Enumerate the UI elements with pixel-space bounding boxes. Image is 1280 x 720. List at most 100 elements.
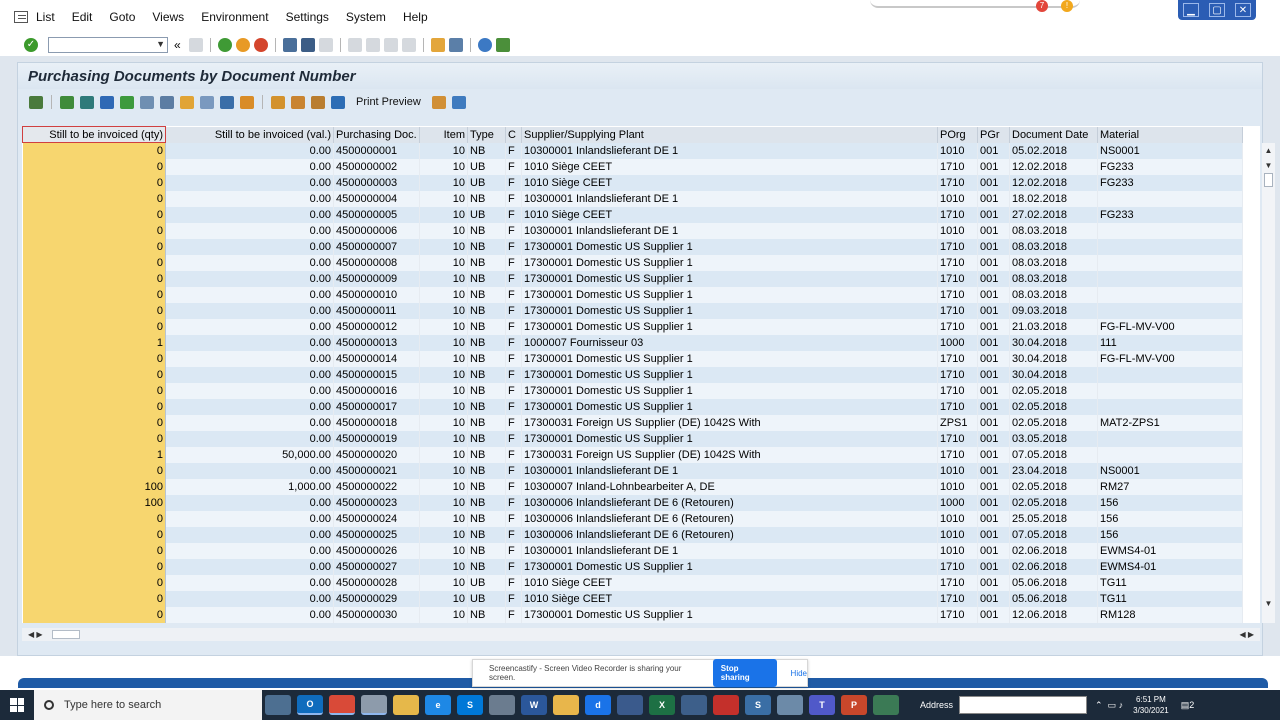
table-cell[interactable]: NB	[467, 526, 506, 543]
table-cell[interactable]: 10	[419, 526, 468, 543]
table-cell[interactable]	[1097, 446, 1243, 463]
horizontal-scrollbar[interactable]: ◀ ▶ ◀ ▶	[22, 628, 1260, 641]
table-cell[interactable]: 4500000016	[333, 382, 420, 399]
find-next-icon[interactable]	[318, 38, 333, 52]
table-cell[interactable]: 0	[22, 350, 166, 367]
table-cell[interactable]: 10	[419, 238, 468, 255]
file-explorer-icon[interactable]	[393, 695, 419, 715]
table-cell[interactable]: 10	[419, 286, 468, 303]
table-cell[interactable]: 10300007 Inland-Lohnbearbeiter A, DE	[521, 478, 938, 495]
table-cell[interactable]: NB	[467, 238, 506, 255]
table-cell[interactable]: 001	[977, 478, 1010, 495]
table-cell[interactable]: 4500000026	[333, 542, 420, 559]
menu-help[interactable]: Help	[403, 10, 428, 24]
table-cell[interactable]: 17300001 Domestic US Supplier 1	[521, 366, 938, 383]
table-cell[interactable]: 1710	[937, 366, 978, 383]
table-cell[interactable]: 4500000001	[333, 142, 420, 159]
table-row[interactable]: 0 0.00 4500000003 10 UB F 1010 Siège CEET 1710 0…	[22, 174, 1243, 191]
table-cell[interactable]: 4500000008	[333, 254, 420, 271]
table-cell[interactable]: 17300001 Domestic US Supplier 1	[521, 286, 938, 303]
table-cell[interactable]: 1710	[937, 606, 978, 623]
table-cell[interactable]: 4500000017	[333, 398, 420, 415]
edge-icon[interactable]: e	[425, 695, 451, 715]
tray-chevron-icon[interactable]: ⌃	[1095, 700, 1103, 711]
table-cell[interactable]	[1097, 254, 1243, 271]
table-cell[interactable]: 30.04.2018	[1009, 350, 1098, 367]
table-row[interactable]: 0 0.00 4500000016 10 NB F 17300001 Domestic US…	[22, 382, 1243, 399]
table-cell[interactable]: 001	[977, 430, 1010, 447]
table-cell[interactable]: 1710	[937, 382, 978, 399]
close-icon[interactable]: ✕	[1235, 3, 1251, 17]
table-cell[interactable]: F	[505, 590, 522, 607]
table-row[interactable]: 0 0.00 4500000030 10 NB F 17300001 Domestic US…	[22, 606, 1243, 623]
taskbar-search[interactable]: Type here to search	[34, 690, 262, 720]
help-icon[interactable]	[477, 38, 492, 52]
table-cell[interactable]: 001	[977, 318, 1010, 335]
menu-environment[interactable]: Environment	[201, 10, 268, 24]
column-header[interactable]: C	[505, 126, 522, 143]
table-cell[interactable]: 4500000003	[333, 174, 420, 191]
abc-analysis-icon[interactable]	[220, 95, 234, 109]
table-cell[interactable]: 10	[419, 414, 468, 431]
table-cell[interactable]: F	[505, 574, 522, 591]
table-cell[interactable]: 1010	[937, 462, 978, 479]
table-cell[interactable]	[1097, 302, 1243, 319]
table-row[interactable]: 0 0.00 4500000004 10 NB F 10300001 Inlandslief…	[22, 190, 1243, 207]
table-cell[interactable]: 0	[22, 542, 166, 559]
table-cell[interactable]: 17300001 Domestic US Supplier 1	[521, 558, 938, 575]
table-cell[interactable]: 10	[419, 446, 468, 463]
table-cell[interactable]: FG233	[1097, 174, 1243, 191]
sort-descending-icon[interactable]	[80, 95, 94, 109]
table-cell[interactable]: 0	[22, 286, 166, 303]
table-cell[interactable]: NB	[467, 606, 506, 623]
table-cell[interactable]	[1097, 398, 1243, 415]
table-cell[interactable]: 001	[977, 350, 1010, 367]
table-cell[interactable]: 18.02.2018	[1009, 190, 1098, 207]
table-cell[interactable]: 21.03.2018	[1009, 318, 1098, 335]
new-session-icon[interactable]	[430, 38, 445, 52]
table-cell[interactable]: 0	[22, 238, 166, 255]
table-cell[interactable]: 001	[977, 414, 1010, 431]
table-cell[interactable]: 1710	[937, 270, 978, 287]
table-cell[interactable]: 100	[22, 478, 166, 495]
network-app-icon[interactable]	[873, 695, 899, 715]
table-cell[interactable]: 1710	[937, 398, 978, 415]
table-cell[interactable]: 0.00	[165, 350, 334, 367]
table-cell[interactable]: 10	[419, 158, 468, 175]
table-cell[interactable]: NB	[467, 142, 506, 159]
details-icon[interactable]	[29, 95, 43, 109]
table-cell[interactable]: 10300001 Inlandslieferant DE 1	[521, 462, 938, 479]
information-icon[interactable]	[331, 95, 345, 109]
scroll-thumb[interactable]	[1264, 173, 1273, 187]
table-cell[interactable]: 10	[419, 222, 468, 239]
table-cell[interactable]: 10	[419, 206, 468, 223]
table-cell[interactable]: 10	[419, 542, 468, 559]
sap-logon-icon[interactable]	[265, 695, 291, 715]
menu-edit[interactable]: Edit	[72, 10, 93, 24]
table-cell[interactable]: 08.03.2018	[1009, 222, 1098, 239]
table-cell[interactable]: UB	[467, 158, 506, 175]
table-cell[interactable]: 001	[977, 286, 1010, 303]
table-cell[interactable]: 001	[977, 142, 1010, 159]
table-cell[interactable]: 0.00	[165, 366, 334, 383]
table-cell[interactable]: 17300001 Domestic US Supplier 1	[521, 382, 938, 399]
table-cell[interactable]: 30.04.2018	[1009, 366, 1098, 383]
table-cell[interactable]: 0.00	[165, 206, 334, 223]
table-cell[interactable]: 08.03.2018	[1009, 270, 1098, 287]
table-cell[interactable]: 0	[22, 190, 166, 207]
table-cell[interactable]: NB	[467, 318, 506, 335]
table-row[interactable]: 0 0.00 4500000008 10 NB F 17300001 Domestic US…	[22, 254, 1243, 271]
table-cell[interactable]: 05.06.2018	[1009, 590, 1098, 607]
table-cell[interactable]	[1097, 382, 1243, 399]
table-cell[interactable]: 156	[1097, 510, 1243, 527]
table-cell[interactable]: 4500000007	[333, 238, 420, 255]
hide-button[interactable]: Hide	[791, 669, 807, 678]
table-cell[interactable]: 10	[419, 494, 468, 511]
table-cell[interactable]: 10	[419, 478, 468, 495]
table-cell[interactable]: 1710	[937, 302, 978, 319]
table-row[interactable]: 0 0.00 4500000007 10 NB F 17300001 Domestic US…	[22, 238, 1243, 255]
table-cell[interactable]: 001	[977, 222, 1010, 239]
notepad-icon[interactable]	[777, 695, 803, 715]
table-cell[interactable]: 10	[419, 254, 468, 271]
table-cell[interactable]: NS0001	[1097, 142, 1243, 159]
